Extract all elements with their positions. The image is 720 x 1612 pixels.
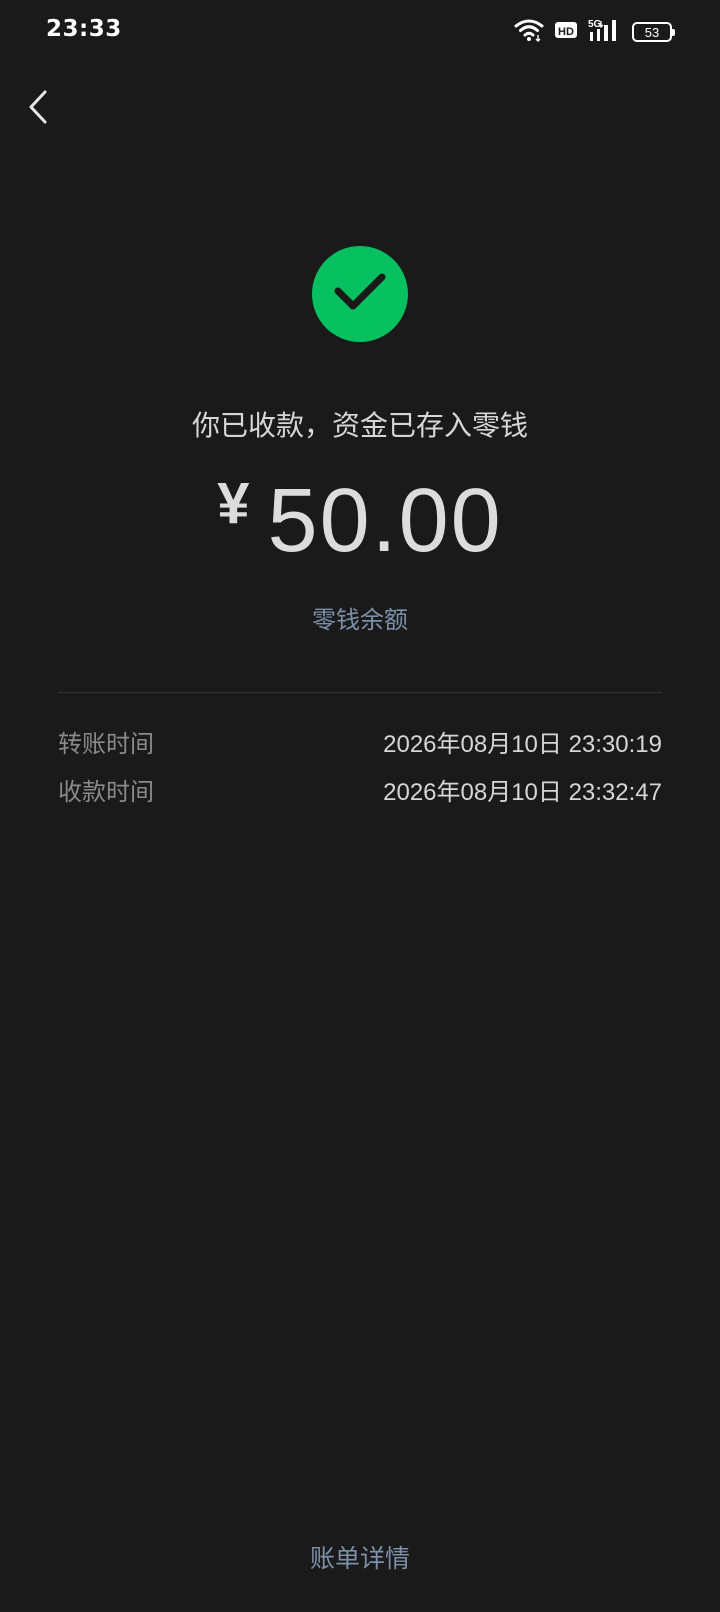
checkmark-icon — [334, 272, 386, 316]
transfer-time-value: 2026年08月10日 23:30:19 — [383, 731, 662, 758]
received-time-label: 收款时间 — [58, 778, 154, 806]
chevron-left-icon — [27, 89, 49, 129]
status-bar: 23:33 HD 5G 53 — [0, 0, 720, 64]
status-time: 23:33 — [46, 16, 122, 42]
wallet-balance-link[interactable]: 零钱余额 — [0, 600, 720, 635]
transfer-time-label: 转账时间 — [58, 730, 154, 758]
transfer-time-row: 转账时间 2026年08月10日 23:30:19 — [58, 724, 662, 759]
currency-symbol: ¥ — [217, 471, 250, 536]
network-label: 5G — [588, 19, 602, 30]
amount-display: ¥50.00 — [0, 470, 720, 573]
divider — [58, 692, 662, 693]
received-time-row: 收款时间 2026年08月10日 23:32:47 — [58, 772, 662, 807]
hd-icon: HD — [554, 20, 578, 44]
battery-level: 53 — [644, 24, 660, 40]
amount-value: 50.00 — [267, 471, 503, 571]
wifi-icon — [514, 18, 544, 46]
hd-label: HD — [558, 26, 574, 38]
status-icons: HD 5G 53 — [514, 18, 675, 46]
battery-icon: 53 — [632, 22, 675, 42]
5g-signal-icon: 5G — [588, 18, 622, 46]
received-time-value: 2026年08月10日 23:32:47 — [383, 779, 662, 806]
received-message: 你已收款，资金已存入零钱 — [191, 409, 528, 442]
bill-details-link[interactable]: 账单详情 — [0, 1539, 720, 1575]
back-button[interactable] — [18, 84, 58, 134]
success-status-icon — [312, 246, 408, 342]
